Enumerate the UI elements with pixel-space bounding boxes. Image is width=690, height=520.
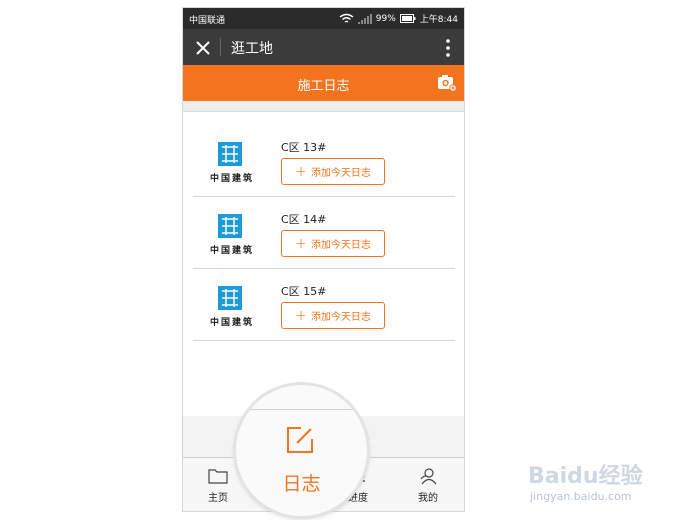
logo-text: 中国建筑 — [209, 246, 254, 256]
cscec-logo-icon — [218, 142, 242, 166]
project-list: 中国建筑 C区 13# + 添加今天日志 中国建筑 C区 14# + 添加今天日… — [183, 112, 464, 416]
plus-icon: + — [295, 163, 307, 180]
tab-label: 我的 — [418, 493, 438, 504]
signal-icon — [357, 13, 372, 24]
project-name: C区 13# — [281, 141, 327, 154]
logo-text: 中国建筑 — [209, 174, 254, 184]
project-name: C区 14# — [281, 213, 327, 226]
cscec-logo-icon — [218, 214, 242, 238]
magnified-tab-label: 日志 — [282, 473, 321, 495]
cscec-logo-icon — [218, 286, 242, 310]
camera-icon[interactable] — [437, 73, 457, 92]
add-today-log-button[interactable]: + 添加今天日志 — [281, 302, 385, 329]
list-top-spacer — [183, 101, 464, 112]
company-logo: 中国建筑 — [202, 214, 262, 262]
page-title: 施工日志 — [297, 79, 350, 94]
carrier-name: 中国联通 — [189, 16, 226, 26]
folder-icon — [208, 469, 228, 484]
edit-icon — [287, 427, 313, 453]
project-name: C区 15# — [281, 285, 327, 298]
clock: 上午8:44 — [419, 15, 458, 25]
baidu-watermark: Baidu经验 jingyan.baidu.com — [528, 458, 658, 508]
tab-mine[interactable]: 我的 — [393, 458, 463, 511]
list-item: 中国建筑 C区 15# + 添加今天日志 — [193, 268, 455, 341]
title-divider — [220, 38, 221, 56]
battery-icon — [399, 14, 416, 23]
close-icon[interactable] — [192, 37, 214, 59]
add-today-log-button[interactable]: + 添加今天日志 — [281, 230, 385, 257]
status-indicators: 99% 上午8:44 — [339, 12, 458, 25]
add-log-label: 添加今天日志 — [310, 312, 371, 323]
add-log-label: 添加今天日志 — [310, 168, 371, 179]
status-bar: 中国联通 99% 上午8:44 — [183, 8, 464, 29]
title-bar: 逛工地 — [183, 29, 464, 65]
list-item: 中国建筑 C区 13# + 添加今天日志 — [193, 124, 455, 197]
add-log-label: 添加今天日志 — [310, 240, 371, 251]
company-logo: 中国建筑 — [202, 286, 262, 334]
add-today-log-button[interactable]: + 添加今天日志 — [281, 158, 385, 185]
list-item: 中国建筑 C区 14# + 添加今天日志 — [193, 196, 455, 269]
magnified-tabbar-border — [236, 409, 367, 410]
watermark-url: jingyan.baidu.com — [530, 490, 632, 503]
page-header: 施工日志 — [183, 65, 464, 101]
user-icon — [420, 468, 437, 485]
plus-icon: + — [295, 307, 307, 324]
watermark-brand: Baidu经验 — [528, 464, 643, 489]
logo-text: 中国建筑 — [209, 318, 254, 328]
app-title: 逛工地 — [231, 41, 273, 57]
plus-icon: + — [295, 235, 307, 252]
company-logo: 中国建筑 — [202, 142, 262, 190]
magnifier-callout: 日志 — [236, 385, 367, 516]
more-menu-icon[interactable] — [440, 37, 456, 59]
battery-percent: 99% — [375, 13, 396, 24]
wifi-icon — [339, 13, 354, 23]
